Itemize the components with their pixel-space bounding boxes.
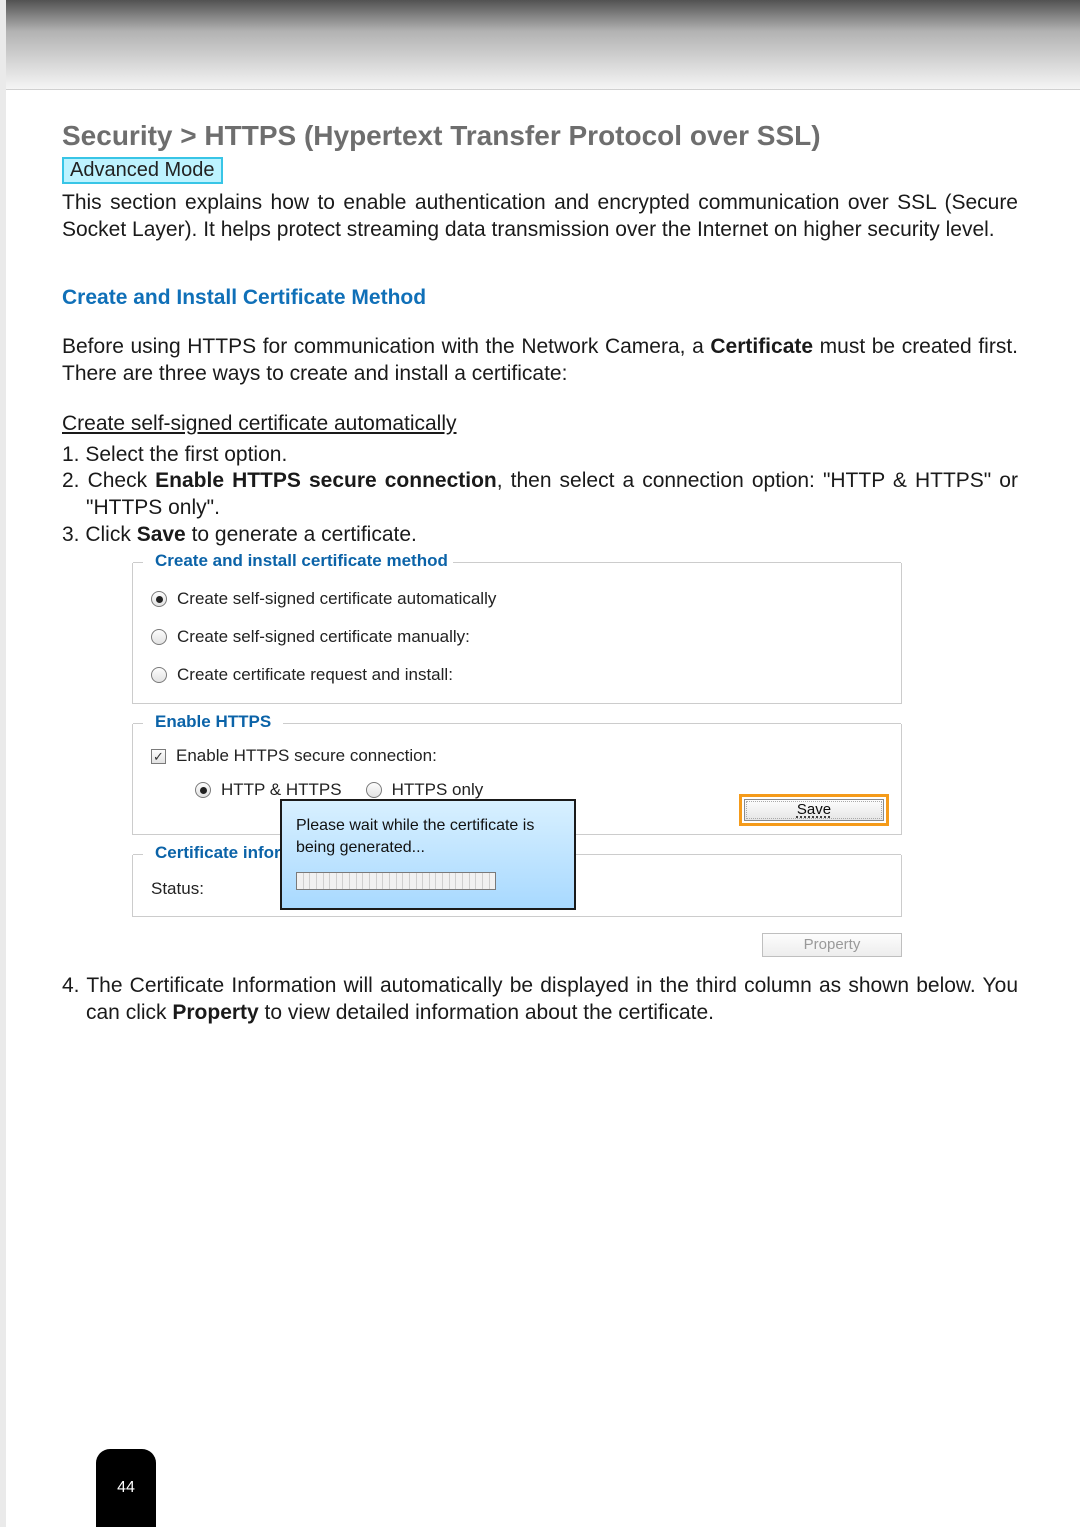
radio-label: Create self-signed certificate automatic…	[177, 589, 496, 609]
page-title: Security > HTTPS (Hypertext Transfer Pro…	[62, 118, 1018, 153]
before-paragraph: Before using HTTPS for communication wit…	[62, 334, 1018, 388]
text: to generate a certificate.	[186, 523, 417, 546]
property-button[interactable]: Property	[762, 933, 902, 957]
border	[133, 723, 143, 724]
radio-icon[interactable]	[151, 629, 167, 645]
after-steps: 4. The Certificate Information will auto…	[62, 973, 1018, 1027]
bold: Save	[137, 523, 186, 546]
radio-label-https-only: HTTPS only	[392, 780, 484, 800]
radio-icon[interactable]	[366, 782, 382, 798]
radio-icon[interactable]	[195, 782, 211, 798]
generating-certificate-dialog: Please wait while the certificate is bei…	[280, 799, 576, 910]
checkbox-enable-https[interactable]: Enable HTTPS secure connection:	[151, 746, 887, 766]
border	[283, 723, 901, 724]
section-subheading: Create and Install Certificate Method	[62, 286, 1018, 310]
content-area: Security > HTTPS (Hypertext Transfer Pro…	[0, 90, 1080, 1027]
radio-option-manual[interactable]: Create self-signed certificate manually:	[151, 627, 887, 647]
border	[453, 562, 901, 563]
dialog-text: Please wait while the certificate is bei…	[296, 815, 560, 858]
bold: Enable HTTPS secure connection	[155, 469, 497, 492]
checkbox-icon[interactable]	[151, 749, 166, 764]
embedded-screenshot: Create and install certificate method Cr…	[132, 563, 902, 957]
text: Before using HTTPS for communication wit…	[62, 335, 710, 358]
checkbox-label: Enable HTTPS secure connection:	[176, 746, 437, 766]
page: Security > HTTPS (Hypertext Transfer Pro…	[0, 0, 1080, 1527]
save-button[interactable]: Save	[744, 799, 884, 821]
fieldset-legend: Enable HTTPS	[149, 712, 277, 732]
status-label: Status:	[151, 879, 204, 899]
radio-label: Create self-signed certificate manually:	[177, 627, 470, 647]
radio-option-request[interactable]: Create certificate request and install:	[151, 665, 887, 685]
intro-paragraph: This section explains how to enable auth…	[62, 190, 1018, 244]
save-highlight: Save	[739, 794, 889, 826]
progress-bar	[296, 872, 496, 890]
step-2: 2. Check Enable HTTPS secure connection,…	[62, 468, 1018, 522]
steps-list: 1. Select the first option. 2. Check Ena…	[62, 442, 1018, 550]
text: 2. Check	[62, 469, 155, 492]
bold-certificate: Certificate	[710, 335, 813, 358]
radio-option-auto[interactable]: Create self-signed certificate automatic…	[151, 589, 887, 609]
radio-label-http-https: HTTP & HTTPS	[221, 780, 342, 800]
page-left-edge	[0, 0, 6, 1527]
method-heading: Create self-signed certificate automatic…	[62, 412, 1018, 436]
radio-icon[interactable]	[151, 667, 167, 683]
border	[133, 854, 143, 855]
step-1: 1. Select the first option.	[62, 442, 1018, 469]
bold-property: Property	[172, 1001, 258, 1024]
text: to view detailed information about the c…	[259, 1001, 714, 1024]
fieldset-create-install: Create and install certificate method Cr…	[132, 563, 902, 704]
radio-label: Create certificate request and install:	[177, 665, 453, 685]
step-4: 4. The Certificate Information will auto…	[62, 973, 1018, 1027]
fieldset-legend: Create and install certificate method	[149, 551, 454, 571]
border	[133, 562, 143, 563]
step-3: 3. Click Save to generate a certificate.	[62, 522, 1018, 549]
mode-badge: Advanced Mode	[62, 157, 223, 184]
radio-icon[interactable]	[151, 591, 167, 607]
fieldset-legend: Certificate inforn	[149, 843, 297, 863]
save-highlight-border: Save	[739, 794, 889, 826]
header-gradient-strip	[0, 0, 1080, 90]
page-number-tab: 44	[96, 1449, 156, 1527]
page-number: 44	[117, 1479, 135, 1497]
text: 3. Click	[62, 523, 137, 546]
property-row: Property	[132, 933, 902, 957]
